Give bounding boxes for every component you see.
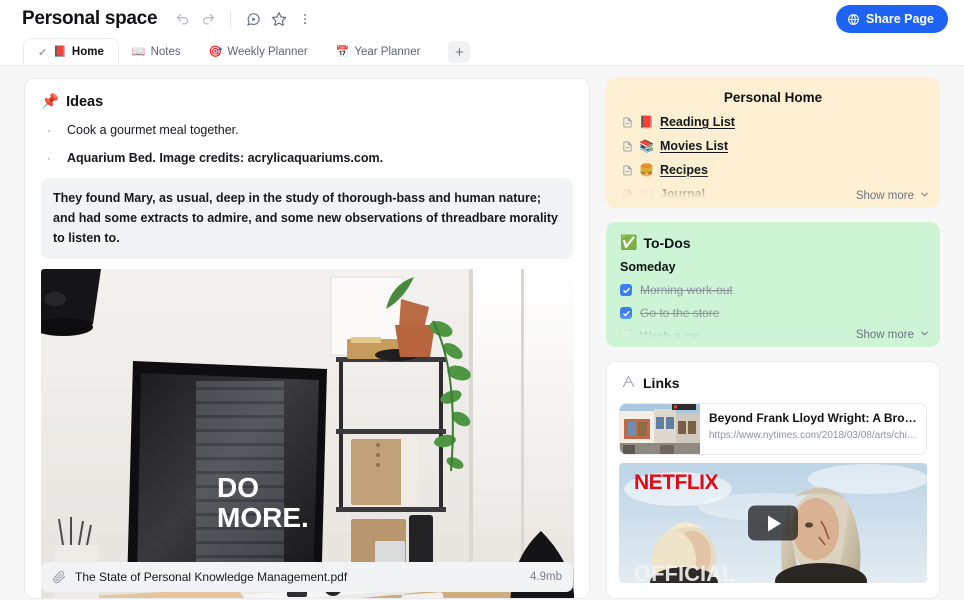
list-item-label: Journal — [659, 187, 706, 201]
svg-text:MORE.: MORE. — [217, 502, 309, 533]
ideas-title: Ideas — [66, 93, 104, 110]
chevron-down-icon — [919, 189, 930, 203]
list-item-text: Aquarium Bed. Image credits: acrylicaqua… — [67, 151, 384, 166]
more-options-icon[interactable] — [294, 8, 316, 30]
list-item-emoji: 🍔 — [639, 163, 654, 177]
todo-label: Go to the store — [640, 306, 720, 320]
redo-icon[interactable] — [197, 8, 219, 30]
tab-notes-label: Notes — [150, 46, 181, 58]
star-icon[interactable] — [268, 8, 290, 30]
svg-text:NETFLIX: NETFLIX — [634, 471, 718, 494]
link-url: https://www.nytimes.com/2018/03/08/arts/… — [709, 430, 917, 441]
todo-label: Morning work-out — [640, 283, 733, 297]
toolbar — [171, 8, 316, 30]
tab-year-planner[interactable]: 📅 Year Planner — [322, 39, 435, 65]
bullet-dot: · — [47, 123, 51, 137]
list-item-label: Reading List — [659, 115, 735, 129]
share-page-label: Share Page — [865, 12, 934, 26]
building-mural-photo — [620, 404, 700, 454]
svg-text:OFFICIAL: OFFICIAL — [634, 561, 735, 583]
list-item[interactable]: · Aquarium Bed. Image credits: acrylicaq… — [47, 149, 573, 168]
ideas-heading: 📌 Ideas — [41, 93, 573, 111]
file-attachment-row[interactable]: The State of Personal Knowledge Manageme… — [41, 562, 573, 592]
share-page-button[interactable]: Share Page — [835, 5, 948, 33]
sidebar: Personal Home 📕 Reading List 📚 Movies Li… — [606, 78, 940, 599]
list-item-emoji: 📚 — [639, 139, 654, 153]
tab-year-planner-label: Year Planner — [354, 46, 421, 58]
tab-strip: ✓ 📕 Home 📖 Notes 🎯 Weekly Planner 📅 Year… — [0, 38, 964, 66]
svg-text:DO: DO — [217, 472, 259, 503]
comment-icon[interactable] — [242, 8, 264, 30]
links-title: Links — [643, 375, 680, 391]
todos-card: ✅ To-Dos Someday Morning work-out Go to … — [606, 222, 940, 347]
chevron-down-icon — [919, 328, 930, 342]
tab-home-emoji: 📕 — [53, 45, 67, 58]
personal-home-title: Personal Home — [723, 90, 823, 105]
todo-label: Wash a car — [640, 329, 701, 343]
list-item[interactable]: 📚 Movies List — [622, 139, 940, 153]
list-item-label: Recipes — [659, 163, 708, 177]
list-item[interactable]: 📕 Reading List — [622, 115, 940, 129]
checkbox-unchecked[interactable] — [620, 330, 632, 342]
checkbox-checked[interactable] — [620, 284, 632, 296]
document-icon — [622, 188, 633, 201]
list-item-label: Movies List — [659, 139, 729, 153]
bullet-dot: · — [47, 151, 51, 166]
attachment-name: The State of Personal Knowledge Manageme… — [75, 570, 348, 584]
check-mark-emoji: ✅ — [620, 234, 638, 250]
personal-home-card: Personal Home 📕 Reading List 📚 Movies Li… — [606, 78, 940, 208]
links-icon — [621, 374, 636, 392]
page-title: Personal space — [22, 8, 158, 29]
show-more-label: Show more — [855, 329, 914, 341]
tab-home-label: Home — [71, 46, 104, 58]
pushpin-icon: 📌 — [41, 94, 60, 110]
attachment-size: 4.9mb — [530, 571, 562, 583]
show-more-todos[interactable]: Show more — [856, 328, 930, 342]
link-preview-card[interactable]: Beyond Frank Lloyd Wright: A Broader Vie… — [619, 403, 927, 455]
top-bar: Personal space Share Page — [0, 0, 964, 38]
ideas-bullet-list: · Cook a gourmet meal together. · Aquari… — [47, 121, 573, 169]
todo-item[interactable]: Morning work-out — [620, 283, 940, 297]
link-preview-meta: Beyond Frank Lloyd Wright: A Broader Vie… — [700, 404, 926, 454]
links-heading: Links — [607, 362, 939, 392]
check-icon: ✓ — [38, 46, 48, 59]
tab-notes[interactable]: 📖 Notes — [118, 39, 195, 65]
page-body: 📌 Ideas · Cook a gourmet meal together. … — [0, 66, 964, 599]
tab-weekly-planner[interactable]: 🎯 Weekly Planner — [195, 39, 322, 65]
document-icon — [622, 116, 633, 129]
list-item-text: Cook a gourmet meal together. — [67, 123, 239, 137]
quote-callout: They found Mary, as usual, deep in the s… — [41, 177, 573, 259]
tab-weekly-planner-label: Weekly Planner — [227, 46, 308, 58]
tab-home[interactable]: ✓ 📕 Home — [24, 39, 118, 65]
globe-icon — [847, 13, 860, 26]
show-more-label: Show more — [855, 190, 914, 202]
todos-heading: ✅ To-Dos — [606, 222, 940, 251]
show-more-personal-home[interactable]: Show more — [856, 189, 930, 203]
checkbox-checked[interactable] — [620, 307, 632, 319]
add-tab-button[interactable]: + — [448, 41, 471, 63]
todos-group-label: Someday — [620, 260, 676, 274]
todo-item[interactable]: Go to the store — [620, 306, 940, 320]
document-icon — [622, 140, 633, 153]
todos-title: To-Dos — [643, 234, 691, 251]
tab-weekly-planner-emoji: 🎯 — [208, 45, 223, 58]
document-icon — [622, 164, 633, 177]
paperclip-icon — [52, 570, 66, 584]
list-item-emoji: 📕 — [639, 115, 654, 129]
desk-workspace-photo[interactable]: DO MORE. — [41, 268, 574, 598]
tab-year-planner-emoji: 📅 — [335, 45, 350, 58]
video-embed[interactable]: NETFLIX OFFICIAL — [619, 463, 927, 583]
ideas-card: 📌 Ideas · Cook a gourmet meal together. … — [24, 78, 590, 599]
links-card: Links Beyond Frank Lloyd Wright: A Broa … — [606, 361, 940, 599]
list-item-emoji: 📖 — [639, 187, 654, 201]
tab-notes-emoji: 📖 — [131, 45, 146, 58]
toolbar-divider — [230, 10, 232, 28]
list-item[interactable]: 🍔 Recipes — [622, 163, 940, 177]
link-title: Beyond Frank Lloyd Wright: A Broader Vie… — [709, 411, 917, 425]
play-button-icon[interactable] — [748, 505, 798, 541]
undo-icon[interactable] — [171, 8, 193, 30]
list-item[interactable]: · Cook a gourmet meal together. — [47, 121, 573, 140]
